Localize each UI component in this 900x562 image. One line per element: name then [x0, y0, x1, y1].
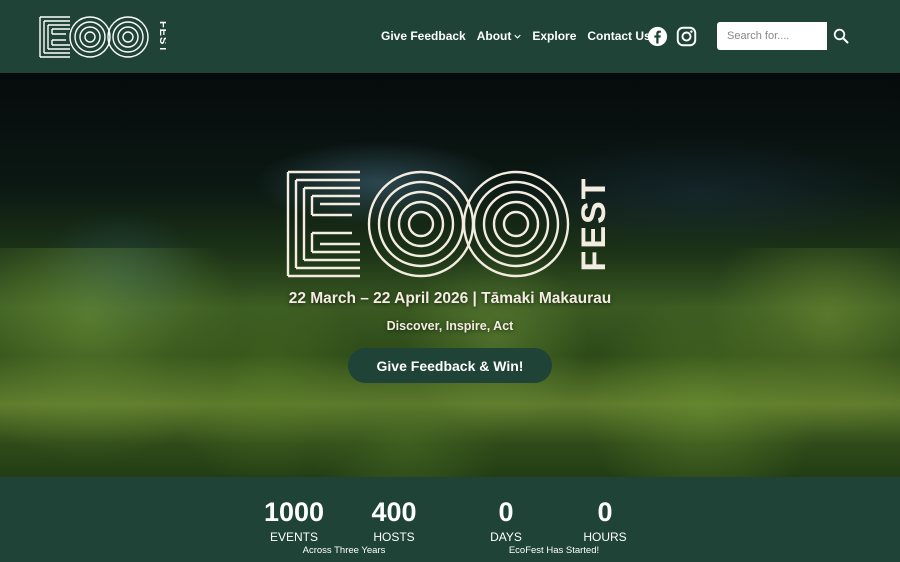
stat-started: EcoFest Has Started! [508, 545, 600, 556]
ecofest-hero-logo: FEST [286, 170, 613, 278]
stat-events-label: EVENTS [269, 530, 318, 544]
stat-hosts: 400 HOSTS [358, 497, 430, 544]
site-header: FEST Give Feedback About Explore Contact… [0, 0, 900, 73]
nav-give-feedback[interactable]: Give Feedback [381, 29, 466, 43]
instagram-icon[interactable] [676, 26, 697, 47]
ecofest-logo[interactable]: FEST [38, 13, 166, 61]
search-box [717, 22, 855, 50]
give-feedback-cta-button[interactable]: Give Feedback & Win! [348, 348, 552, 383]
stat-days: 0 DAYS [476, 497, 536, 544]
nav-explore[interactable]: Explore [532, 29, 576, 43]
search-input[interactable] [717, 22, 839, 50]
chevron-down-icon [514, 34, 522, 39]
stat-days-value: 0 [498, 497, 514, 527]
social-links [647, 26, 705, 47]
stats-bar: 1000 EVENTS 400 HOSTS Across Three Years… [0, 477, 900, 562]
stat-events: 1000 EVENTS [258, 497, 330, 544]
stat-across-years: Across Three Years [302, 545, 386, 556]
stat-hours: 0 HOURS [575, 497, 635, 544]
stat-days-label: DAYS [490, 530, 522, 544]
stat-hours-label: HOURS [583, 530, 627, 544]
nav-about[interactable]: About [477, 29, 522, 43]
stat-hours-value: 0 [597, 497, 613, 527]
main-nav: Give Feedback About Explore Contact Us [381, 29, 662, 43]
svg-text:FEST: FEST [575, 177, 613, 272]
search-icon [833, 28, 849, 44]
festival-dates: 22 March – 22 April 2026 | Tāmaki Makaur… [288, 290, 612, 307]
facebook-icon[interactable] [647, 26, 668, 47]
svg-text:FEST: FEST [157, 21, 166, 53]
festival-tagline: Discover, Inspire, Act [386, 319, 514, 333]
nav-contact-us[interactable]: Contact Us [587, 29, 650, 43]
hero-banner: FEST 22 March – 22 April 2026 | Tāmaki M… [0, 73, 900, 477]
search-button[interactable] [827, 22, 855, 50]
stat-hosts-label: HOSTS [373, 530, 415, 544]
stat-hosts-value: 400 [371, 497, 417, 527]
stat-events-value: 1000 [263, 497, 325, 527]
